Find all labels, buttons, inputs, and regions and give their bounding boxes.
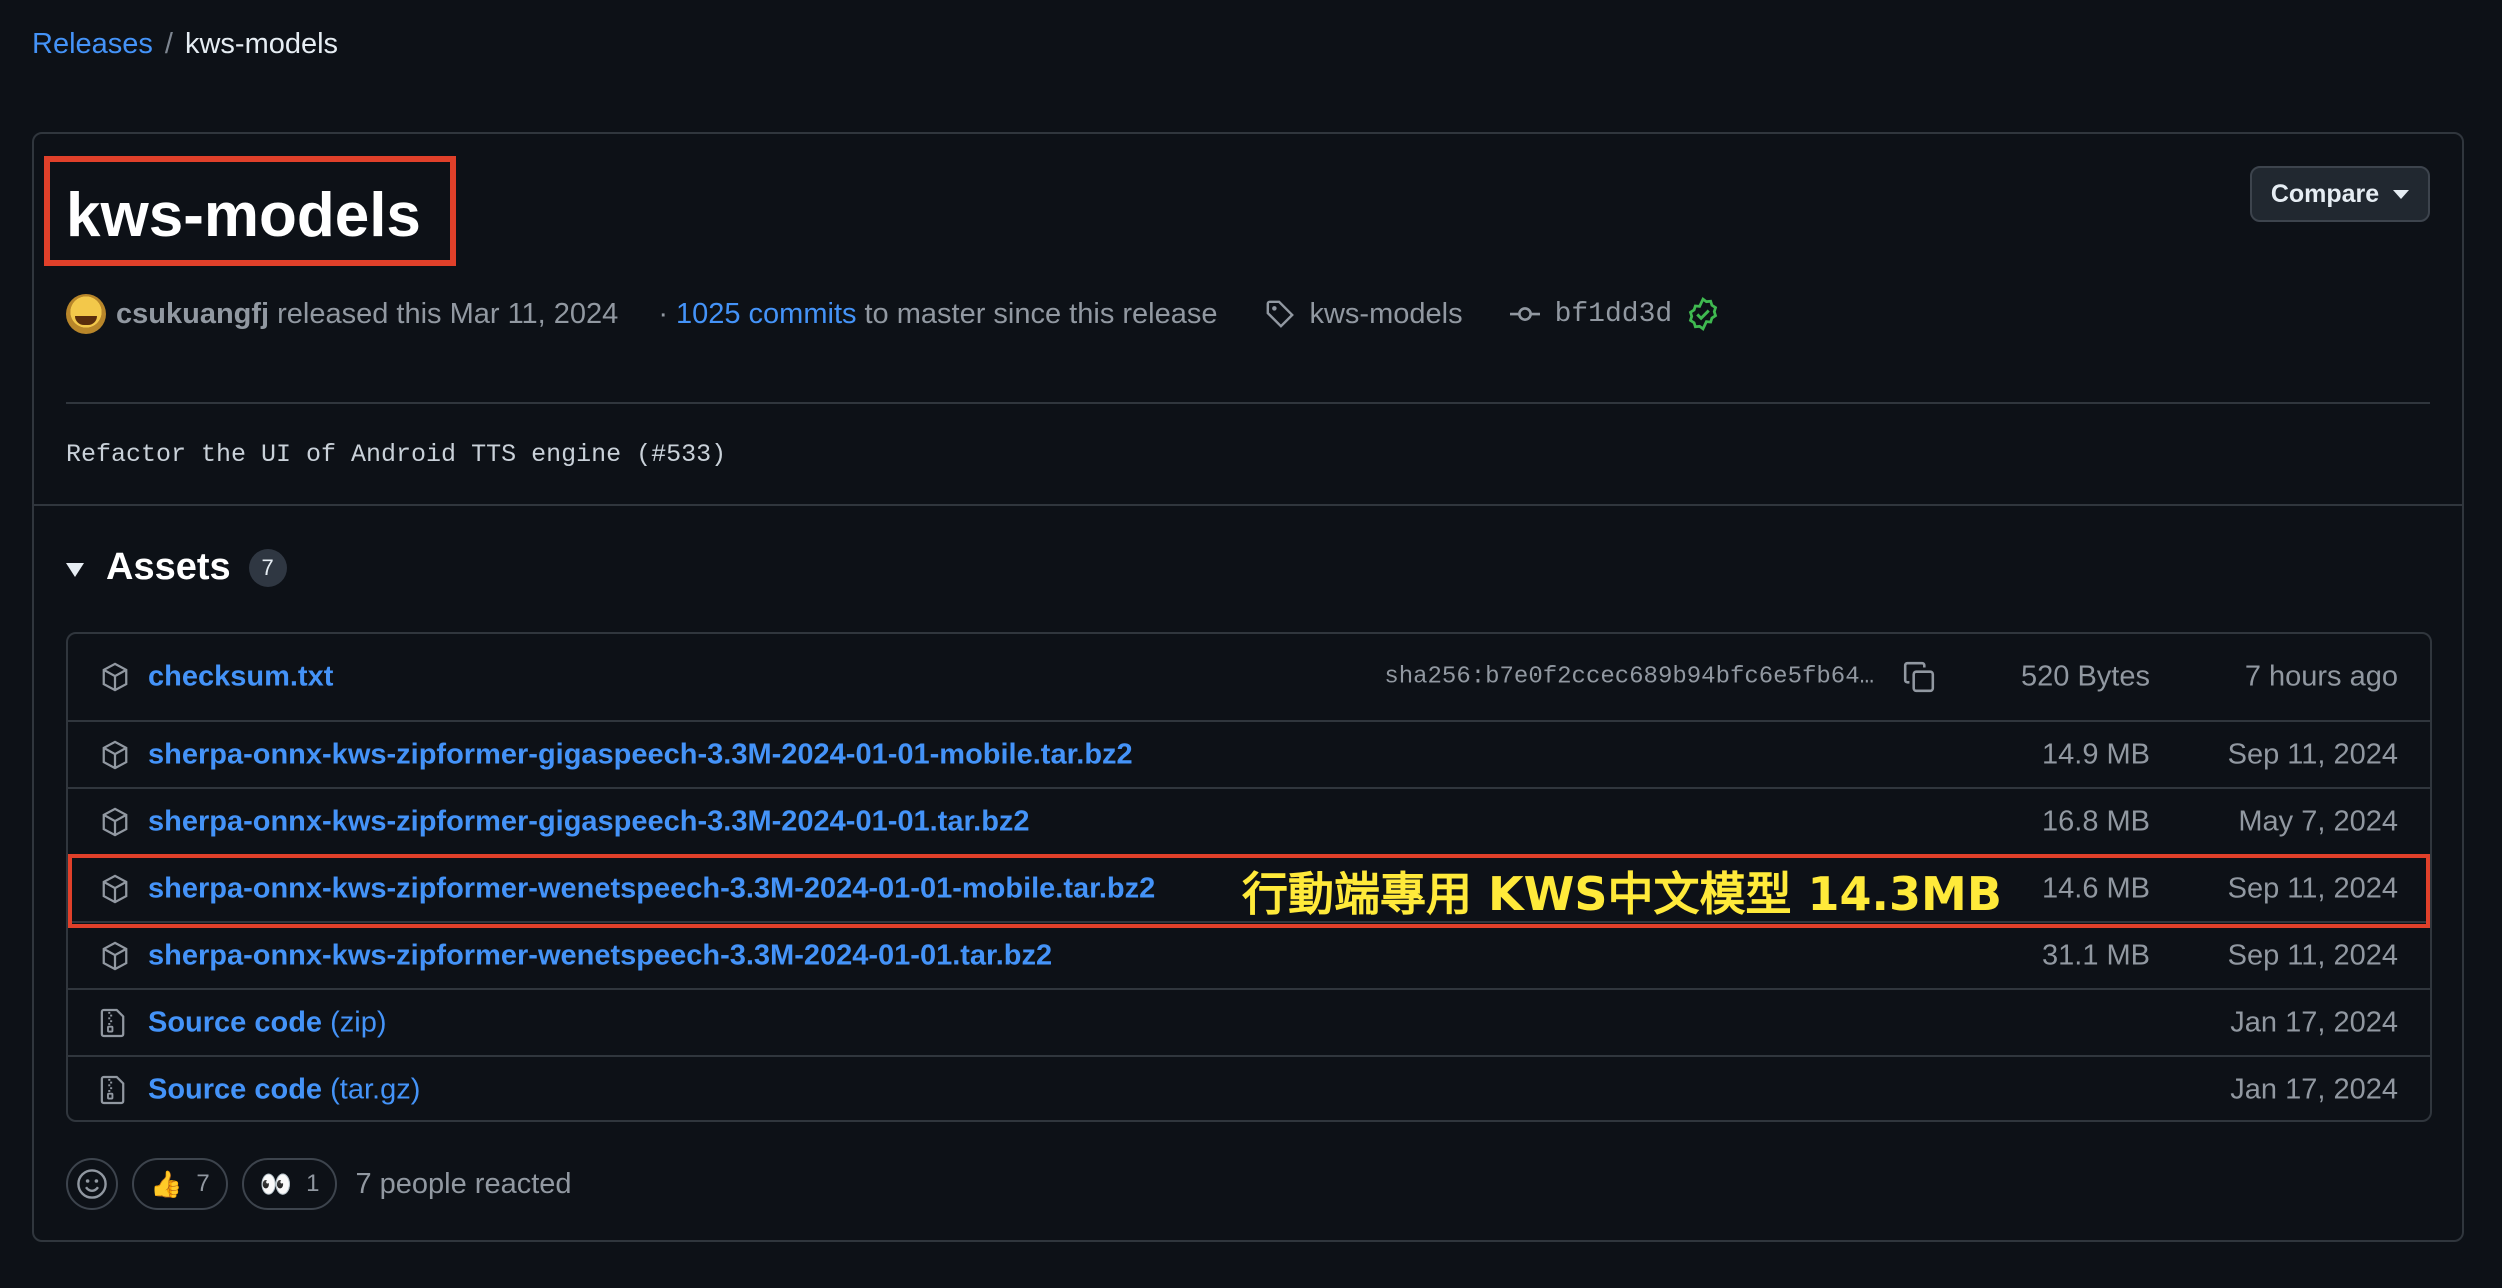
asset-date: Sep 11, 2024 <box>2227 738 2398 770</box>
asset-size: 14.6 MB <box>2042 872 2150 904</box>
compare-label: Compare <box>2270 179 2380 208</box>
eyes-reaction-button[interactable]: 👀 1 <box>241 1158 338 1210</box>
asset-date: Jan 17, 2024 <box>2230 1006 2398 1038</box>
asset-name-label: Source code <box>148 1006 323 1038</box>
breadcrumb: Releases / kws-models <box>32 28 338 61</box>
thumbs-up-reaction-button[interactable]: 👍 7 <box>132 1158 228 1210</box>
asset-row: Source code (tar.gz) Jan 17, 2024 <box>68 1055 2430 1120</box>
asset-row: sherpa-onnx-kws-zipformer-gigaspeech-3.3… <box>68 787 2430 854</box>
meta-dot: · <box>658 297 668 330</box>
smiley-icon <box>77 1169 107 1199</box>
file-zip-icon <box>100 1075 125 1104</box>
breadcrumb-current: kws-models <box>184 28 339 60</box>
tag-icon <box>1267 300 1295 328</box>
package-icon <box>102 941 128 970</box>
annotation-text: 行動端專用 KWS中文模型 14.3MB <box>1242 867 2002 921</box>
caret-down-icon <box>2393 189 2410 199</box>
author-link[interactable]: csukuangfj <box>116 298 269 331</box>
asset-name-link[interactable]: checksum.txt <box>148 661 333 694</box>
asset-size: 31.1 MB <box>2042 939 2150 971</box>
asset-size: 16.8 MB <box>2042 805 2150 837</box>
add-reaction-button[interactable] <box>66 1158 118 1210</box>
tag-link[interactable]: kws-models <box>1309 298 1462 331</box>
source-code-targz-link[interactable]: Source code (tar.gz) <box>148 1073 420 1106</box>
asset-sha256: sha256:b7e0f2ccec689b94bfc6e5fb64… <box>1384 663 1874 691</box>
asset-date: Jan 17, 2024 <box>2230 1073 2398 1105</box>
file-zip-icon <box>100 1008 125 1037</box>
divider <box>34 504 2462 506</box>
avatar[interactable] <box>66 294 106 334</box>
package-icon <box>102 874 128 903</box>
reactions-summary: 7 people reacted <box>355 1167 572 1200</box>
divider <box>66 402 2430 404</box>
source-code-zip-link[interactable]: Source code (zip) <box>148 1006 387 1039</box>
thumbs-up-count: 7 <box>196 1170 210 1197</box>
asset-row: sherpa-onnx-kws-zipformer-gigaspeech-3.3… <box>68 720 2430 787</box>
asset-row: checksum.txt sha256:b7e0f2ccec689b94bfc6… <box>68 634 2430 720</box>
package-icon <box>102 740 128 769</box>
asset-ext-label: (zip) <box>330 1006 387 1038</box>
verified-check-icon[interactable] <box>1686 297 1720 331</box>
asset-row: sherpa-onnx-kws-zipformer-wenetspeech-3.… <box>68 921 2430 988</box>
asset-name-link[interactable]: sherpa-onnx-kws-zipformer-wenetspeech-3.… <box>148 872 1155 905</box>
assets-title: Assets <box>106 546 231 588</box>
eyes-count: 1 <box>306 1170 320 1197</box>
release-notes: Refactor the UI of Android TTS engine (#… <box>66 440 727 469</box>
copy-icon[interactable] <box>1902 660 1936 694</box>
asset-date: Sep 11, 2024 <box>2227 939 2398 971</box>
commits-link[interactable]: 1025 commits <box>676 298 857 331</box>
compare-button[interactable]: Compare <box>2250 166 2430 222</box>
package-icon <box>102 807 128 836</box>
asset-size: 520 Bytes <box>2021 660 2150 693</box>
release-card: kws-models Compare csukuangfj released t… <box>32 132 2464 1242</box>
commits-suffix: to master since this release <box>864 297 1218 330</box>
eyes-icon: 👀 <box>259 1168 293 1199</box>
asset-ext-label: (tar.gz) <box>330 1073 421 1105</box>
breadcrumb-releases-link[interactable]: Releases <box>32 28 153 61</box>
assets-count-badge: 7 <box>248 548 287 587</box>
release-title[interactable]: kws-models <box>66 180 421 251</box>
commit-sha-link[interactable]: bf1dd3d <box>1555 299 1673 330</box>
asset-size: 14.9 MB <box>2042 738 2150 770</box>
assets-toggle[interactable]: Assets 7 <box>66 546 287 589</box>
commit-icon <box>1509 307 1540 321</box>
asset-name-link[interactable]: sherpa-onnx-kws-zipformer-gigaspeech-3.3… <box>148 805 1030 838</box>
release-meta: csukuangfj released this Mar 11, 2024 · … <box>66 294 1720 334</box>
reactions-bar: 👍 7 👀 1 7 people reacted <box>66 1158 572 1210</box>
breadcrumb-separator: / <box>164 28 173 60</box>
triangle-down-icon <box>66 562 84 577</box>
asset-name-label: Source code <box>148 1073 323 1105</box>
asset-name-link[interactable]: sherpa-onnx-kws-zipformer-wenetspeech-3.… <box>148 939 1052 972</box>
asset-name-link[interactable]: sherpa-onnx-kws-zipformer-gigaspeech-3.3… <box>148 738 1133 771</box>
thumbs-up-icon: 👍 <box>150 1168 183 1199</box>
package-icon <box>102 662 128 692</box>
released-text: released this Mar 11, 2024 <box>277 297 619 330</box>
asset-date: 7 hours ago <box>2244 660 2398 693</box>
asset-row: Source code (zip) Jan 17, 2024 <box>68 988 2430 1055</box>
asset-date: May 7, 2024 <box>2238 805 2398 837</box>
asset-date: Sep 11, 2024 <box>2227 872 2398 904</box>
